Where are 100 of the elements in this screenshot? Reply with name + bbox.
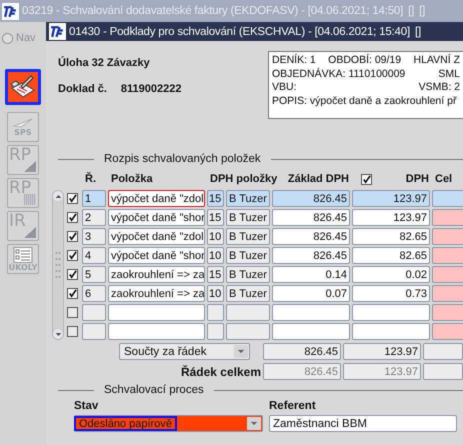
- column-header[interactable]: DPH: [406, 173, 429, 185]
- table-cell[interactable]: [226, 304, 270, 321]
- table-cell[interactable]: [432, 304, 463, 321]
- toolbar-button[interactable]: [5, 69, 41, 105]
- table-cell[interactable]: B Tuzer: [226, 285, 270, 302]
- paper-plane-icon: [13, 118, 33, 128]
- table-cell[interactable]: [432, 247, 463, 264]
- window-title: 03219 - Schvalování dodavatelské faktury (EKDOFASV) - [04.06.2021; 14:50]: [22, 5, 404, 17]
- checkbox[interactable]: [67, 212, 78, 223]
- logo-icon: [2, 2, 19, 20]
- checkbox[interactable]: [67, 269, 78, 280]
- table-cell[interactable]: [207, 323, 224, 340]
- row-total-label: Řádek celkem: [180, 364, 261, 378]
- table-cell[interactable]: [82, 304, 106, 321]
- table-cell[interactable]: 15: [207, 190, 224, 207]
- table-cell[interactable]: 2: [82, 209, 106, 226]
- section-title: Rozpis schvalovaných položek: [104, 153, 261, 165]
- totals-dropdown[interactable]: Součty za řádek: [119, 343, 250, 360]
- table-cell[interactable]: 10: [207, 285, 224, 302]
- checkbox[interactable]: [67, 250, 78, 261]
- table-cell[interactable]: B Tuzer: [226, 266, 270, 283]
- document-number: 8119002222: [120, 83, 182, 95]
- table-cell[interactable]: 15: [207, 209, 224, 226]
- info-text: DENÍK: 1: [272, 54, 316, 68]
- table-cell[interactable]: [82, 323, 106, 340]
- table-cell[interactable]: [432, 190, 463, 207]
- table-cell[interactable]: [432, 323, 463, 340]
- corner-mark-icon: [24, 194, 36, 205]
- checkbox[interactable]: [67, 326, 78, 337]
- checkbox[interactable]: [67, 193, 78, 204]
- radio-icon[interactable]: [2, 32, 13, 44]
- table-cell[interactable]: 82.65: [352, 228, 430, 245]
- status-dropdown[interactable]: Odesláno papírově: [74, 415, 263, 432]
- checkbox[interactable]: [67, 307, 78, 318]
- table-cell[interactable]: 826.45: [272, 247, 350, 264]
- table-cell[interactable]: 1: [82, 190, 106, 207]
- table-cell[interactable]: 3: [82, 228, 106, 245]
- table-cell[interactable]: B Tuzer: [226, 209, 270, 226]
- table-cell[interactable]: B Tuzer: [226, 247, 270, 264]
- column-header[interactable]: Ř.: [83, 173, 107, 185]
- total-cell: 826.45: [263, 343, 341, 360]
- scrollbar[interactable]: [52, 190, 64, 340]
- table-cell[interactable]: [272, 304, 350, 321]
- checklist-icon: [13, 246, 33, 262]
- table-cell[interactable]: [226, 323, 270, 340]
- total-cell: [423, 363, 463, 380]
- table-cell[interactable]: 826.45: [272, 190, 350, 207]
- table-cell[interactable]: 123.97: [352, 209, 430, 226]
- table-cell[interactable]: B Tuzer: [226, 190, 270, 207]
- checkbox[interactable]: [361, 174, 372, 184]
- scroll-down-icon[interactable]: [53, 329, 63, 339]
- grip-icon[interactable]: [55, 250, 61, 280]
- table-cell[interactable]: 826.45: [272, 228, 350, 245]
- table-cell[interactable]: výpočet daně "zdol: [108, 228, 205, 245]
- status-label: Stav: [74, 400, 100, 412]
- table-cell[interactable]: [207, 304, 224, 321]
- table-cell[interactable]: [108, 323, 205, 340]
- column-header[interactable]: DPH položky: [208, 173, 280, 185]
- table-cell[interactable]: 826.45: [272, 209, 350, 226]
- table-cell[interactable]: 6: [82, 285, 106, 302]
- table-cell[interactable]: [272, 323, 350, 340]
- info-text: SML: [438, 68, 460, 81]
- table-cell[interactable]: [108, 304, 205, 321]
- column-header[interactable]: Položka: [109, 173, 206, 185]
- table-cell[interactable]: 4: [82, 247, 106, 264]
- table-cell[interactable]: 0.07: [272, 285, 350, 302]
- total-cell: 123.97: [343, 363, 421, 380]
- table-cell[interactable]: [352, 304, 430, 321]
- table-cell[interactable]: [352, 323, 430, 340]
- table-cell[interactable]: 10: [207, 228, 224, 245]
- table-cell[interactable]: 123.97: [352, 190, 430, 207]
- column-header[interactable]: Základ DPH: [282, 173, 351, 185]
- scroll-up-icon[interactable]: [53, 191, 63, 201]
- table-cell[interactable]: 0.02: [352, 266, 430, 283]
- checkbox[interactable]: [67, 231, 78, 242]
- table-cell[interactable]: B Tuzer: [226, 228, 270, 245]
- referent-field[interactable]: Zaměstnanci BBM: [269, 415, 457, 432]
- referent-label: Referent: [269, 400, 317, 412]
- table-cell[interactable]: výpočet daně "zdol: [108, 190, 205, 207]
- window-title: 01430 - Podklady pro schvalování (EKSCHVAL) - [04.06.2021; 15:40]: [69, 26, 410, 38]
- table-cell[interactable]: 82.65: [352, 247, 430, 264]
- table-cell[interactable]: [432, 228, 463, 245]
- task-label: Úloha 32 Závazky: [58, 57, 151, 69]
- info-text: OBJEDNÁVKA: 1110100009: [272, 68, 406, 81]
- table-cell[interactable]: 10: [207, 247, 224, 264]
- table-cell[interactable]: 0.14: [272, 266, 350, 283]
- table-cell[interactable]: 5: [82, 266, 106, 283]
- column-header[interactable]: Cel: [433, 173, 463, 185]
- table-cell[interactable]: 0.73: [352, 285, 430, 302]
- info-text: VSMB: 2: [418, 81, 460, 94]
- total-cell: 826.45: [263, 363, 341, 380]
- table-cell[interactable]: 15: [207, 266, 224, 283]
- title-bar-button[interactable]: []: [414, 26, 421, 38]
- table-cell[interactable]: [432, 209, 463, 226]
- total-cell: [423, 343, 463, 360]
- table-cell[interactable]: [432, 266, 463, 283]
- table-cell[interactable]: [432, 285, 463, 302]
- info-text: OBDOBÍ: 09/19: [328, 54, 402, 68]
- signing-pen-icon: [9, 74, 37, 100]
- checkbox[interactable]: [67, 288, 78, 299]
